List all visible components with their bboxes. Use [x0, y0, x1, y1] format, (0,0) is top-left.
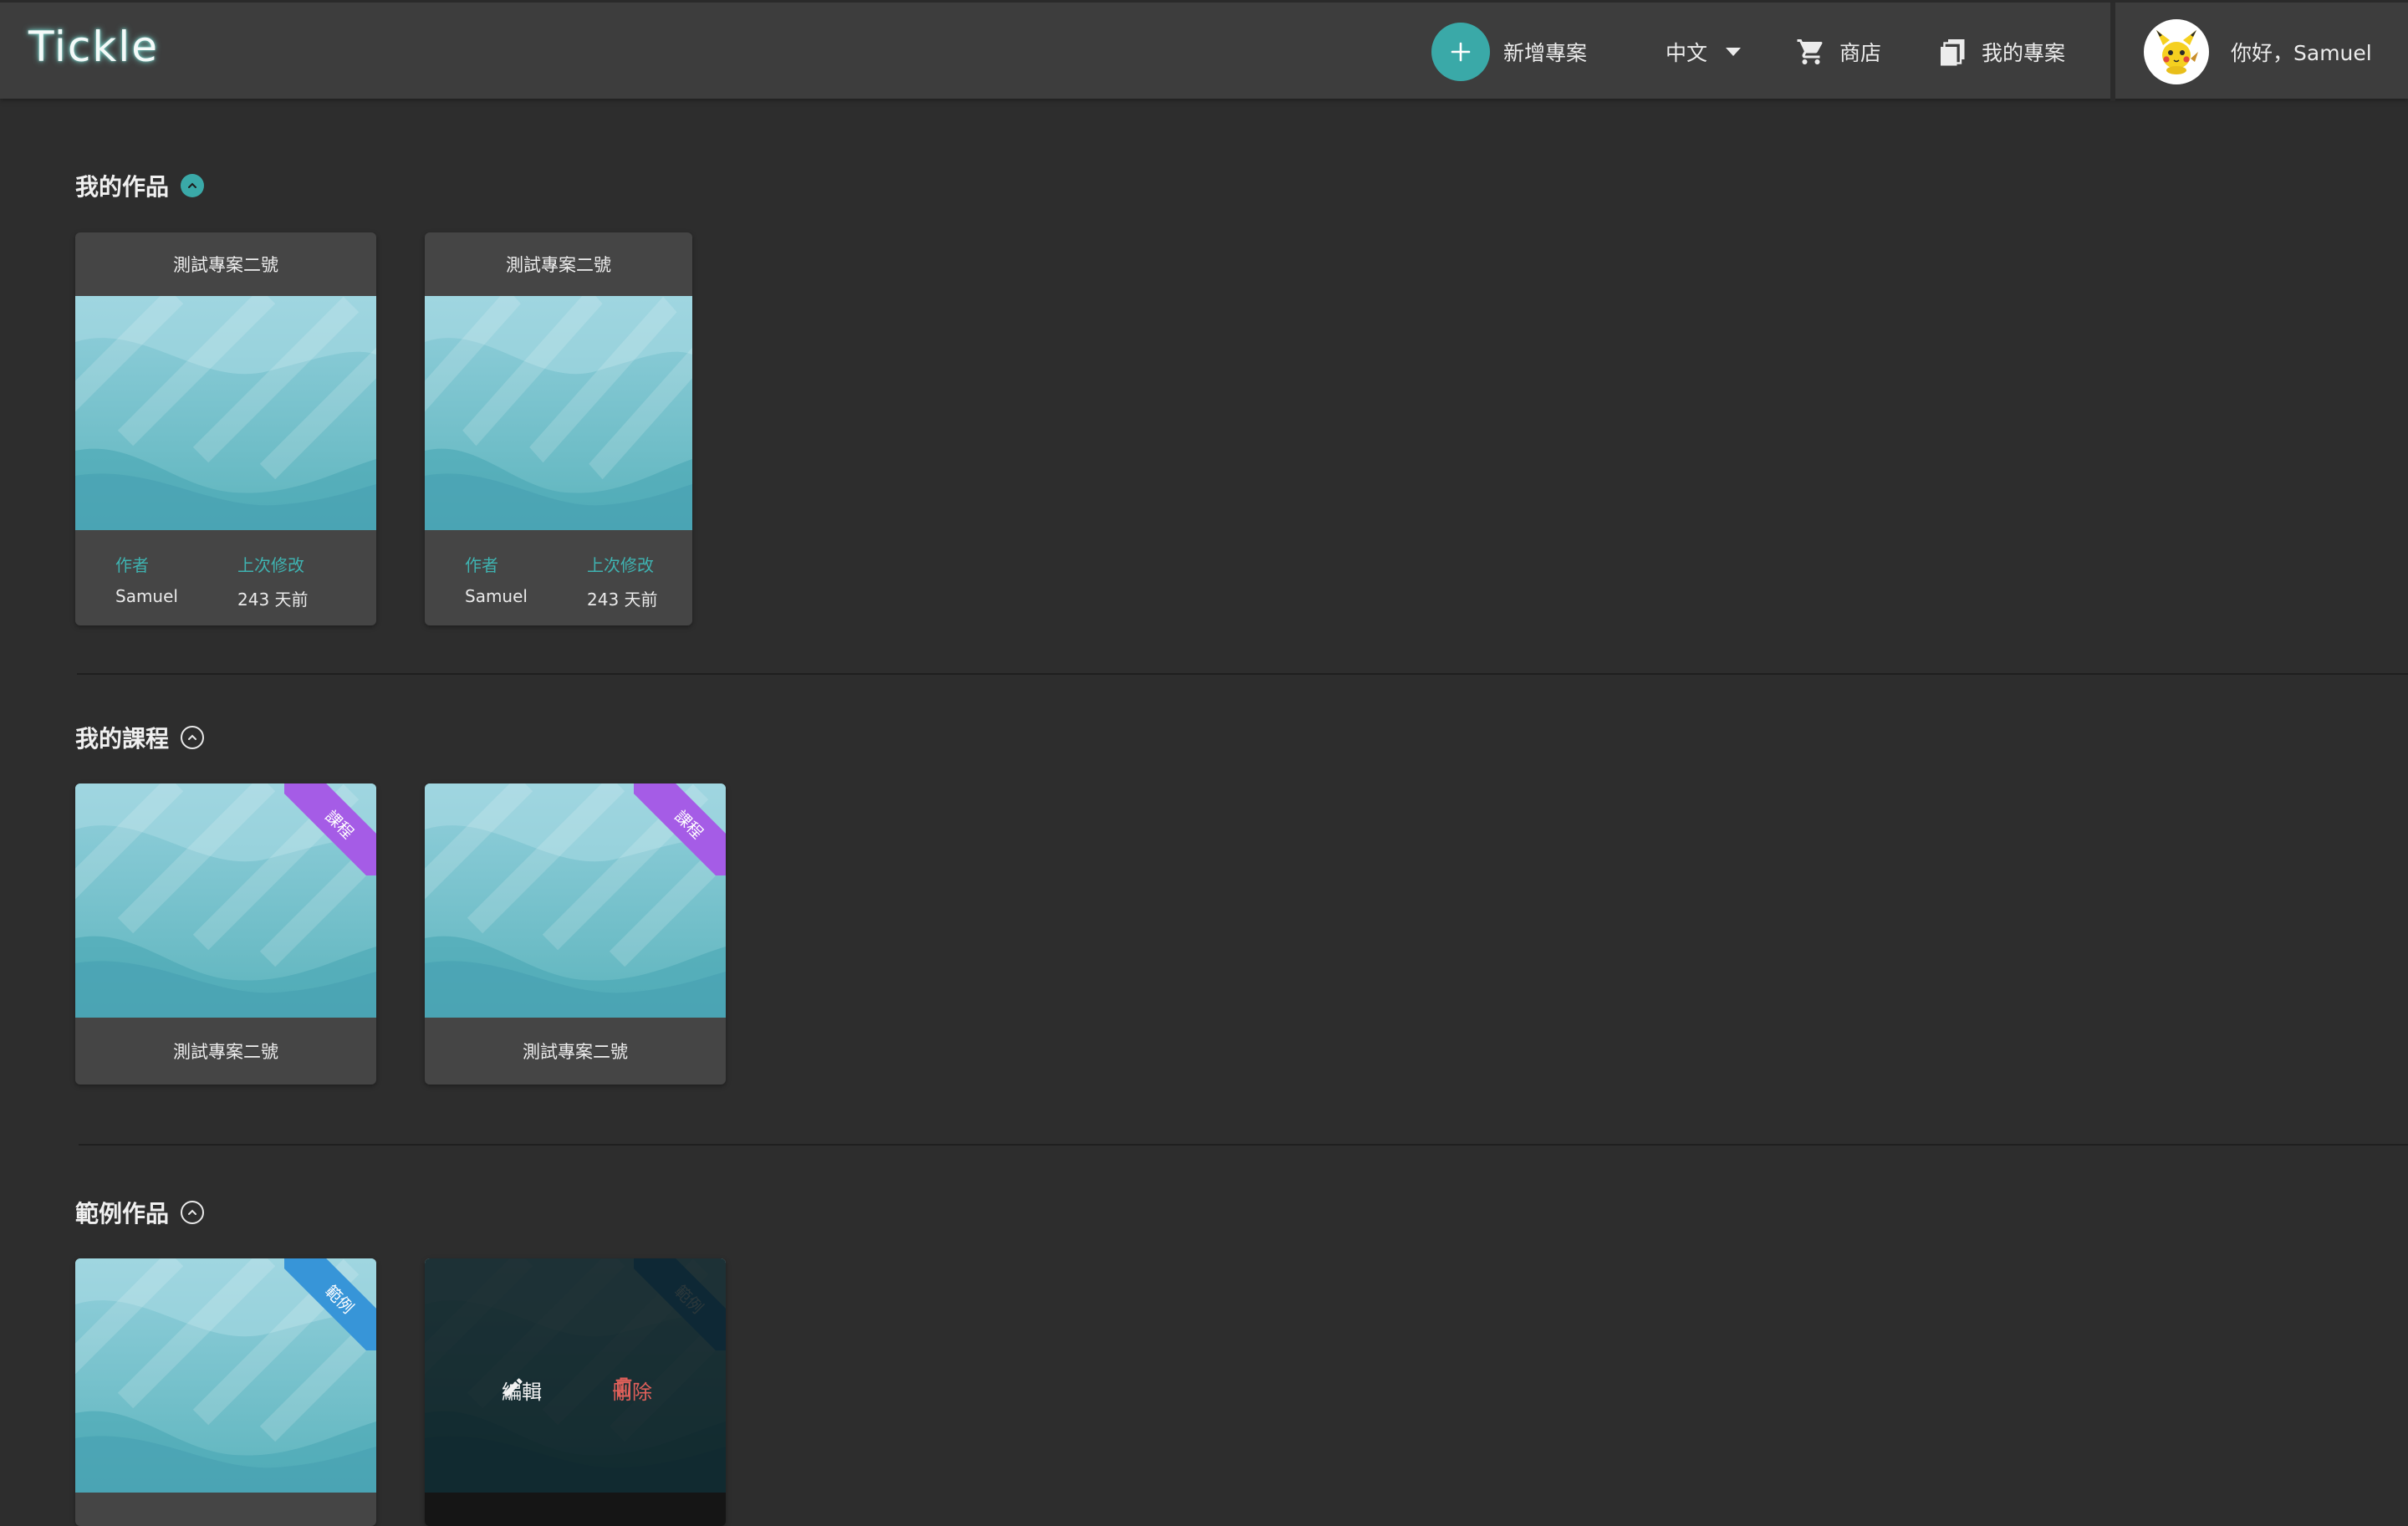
projects-stack-icon: [1941, 39, 1965, 66]
modified-label: 上次修改: [237, 555, 304, 575]
section-divider: [77, 673, 2408, 675]
modified-label: 上次修改: [587, 555, 654, 575]
collapse-toggle-icon[interactable]: [181, 1201, 205, 1224]
new-project-label: 新增專案: [1503, 41, 1588, 65]
course-ribbon: 課程: [634, 783, 726, 875]
course-card[interactable]: 課程 測試專案二號: [75, 783, 376, 1085]
card-title: 測試專案二號: [173, 1042, 278, 1062]
example-thumbnail[interactable]: 範例 編輯 刪除: [425, 1258, 726, 1493]
project-card[interactable]: 測試專案二號 作者 Samuel 上次修改 243 天前: [425, 232, 692, 625]
language-label: 中文: [1666, 41, 1708, 65]
example-thumbnail[interactable]: 範例: [75, 1258, 376, 1493]
example-card[interactable]: 範例: [75, 1258, 376, 1526]
pencil-icon: [504, 1378, 523, 1396]
section-divider: [79, 1144, 2408, 1146]
trash-icon: [615, 1377, 632, 1397]
language-select[interactable]: 中文: [1666, 3, 1742, 101]
modified-value: 243 天前: [237, 589, 309, 610]
shop-label: 商店: [1839, 41, 1882, 65]
author-value: Samuel: [465, 586, 528, 606]
edit-button[interactable]: 編輯: [502, 1375, 542, 1405]
card-meta: 作者 Samuel 上次修改 243 天前: [425, 530, 692, 625]
collapse-toggle-icon[interactable]: [181, 174, 205, 197]
section-title: 範例作品: [75, 1200, 170, 1227]
pikachu-avatar-icon: [2156, 30, 2198, 74]
course-thumbnail[interactable]: 課程: [75, 783, 376, 1018]
delete-button[interactable]: 刪除: [612, 1375, 652, 1405]
my-courses-header: 我的課程: [75, 721, 205, 754]
author-label: 作者: [465, 555, 498, 575]
course-card[interactable]: 課程 測試專案二號: [425, 783, 726, 1085]
project-card[interactable]: 測試專案二號 作者 Samuel 上次修改 243 天前: [75, 232, 376, 625]
chevron-down-icon: [1726, 48, 1742, 56]
header-divider: [2110, 3, 2115, 101]
example-card[interactable]: 範例 編輯 刪除: [425, 1258, 726, 1526]
app-logo[interactable]: Tickle: [28, 23, 159, 71]
user-menu[interactable]: 你好，Samuel: [2144, 3, 2372, 101]
project-thumbnail[interactable]: [425, 296, 692, 530]
plus-icon: [1431, 23, 1490, 81]
card-title: 測試專案二號: [173, 255, 278, 275]
modified-value: 243 天前: [587, 589, 658, 610]
course-thumbnail[interactable]: 課程: [425, 783, 726, 1018]
my-works-header: 我的作品: [75, 169, 205, 202]
card-title: 測試專案二號: [523, 1042, 628, 1062]
user-greeting: 你好，Samuel: [2231, 41, 2372, 65]
new-project-button[interactable]: 新增專案: [1431, 3, 1587, 101]
avatar: [2144, 19, 2209, 84]
card-title: 測試專案二號: [506, 255, 611, 275]
my-projects-label: 我的專案: [1982, 41, 2066, 65]
cart-icon: [1797, 39, 1823, 64]
examples-header: 範例作品: [75, 1196, 205, 1229]
author-label: 作者: [115, 555, 149, 575]
author-value: Samuel: [115, 586, 178, 606]
collapse-toggle-icon[interactable]: [181, 726, 205, 749]
course-ribbon: 課程: [284, 783, 376, 875]
card-meta: 作者 Samuel 上次修改 243 天前: [75, 530, 376, 625]
top-bar: Tickle 新增專案 中文 商店 我的專案 你好，Samuel: [0, 0, 2408, 101]
project-thumbnail[interactable]: [75, 296, 376, 530]
shop-link[interactable]: 商店: [1796, 3, 1881, 101]
section-title: 我的課程: [75, 725, 170, 753]
example-ribbon: 範例: [284, 1258, 376, 1350]
hover-overlay: 編輯 刪除: [425, 1258, 726, 1493]
section-title: 我的作品: [75, 173, 170, 201]
my-projects-link[interactable]: 我的專案: [1938, 3, 2065, 101]
